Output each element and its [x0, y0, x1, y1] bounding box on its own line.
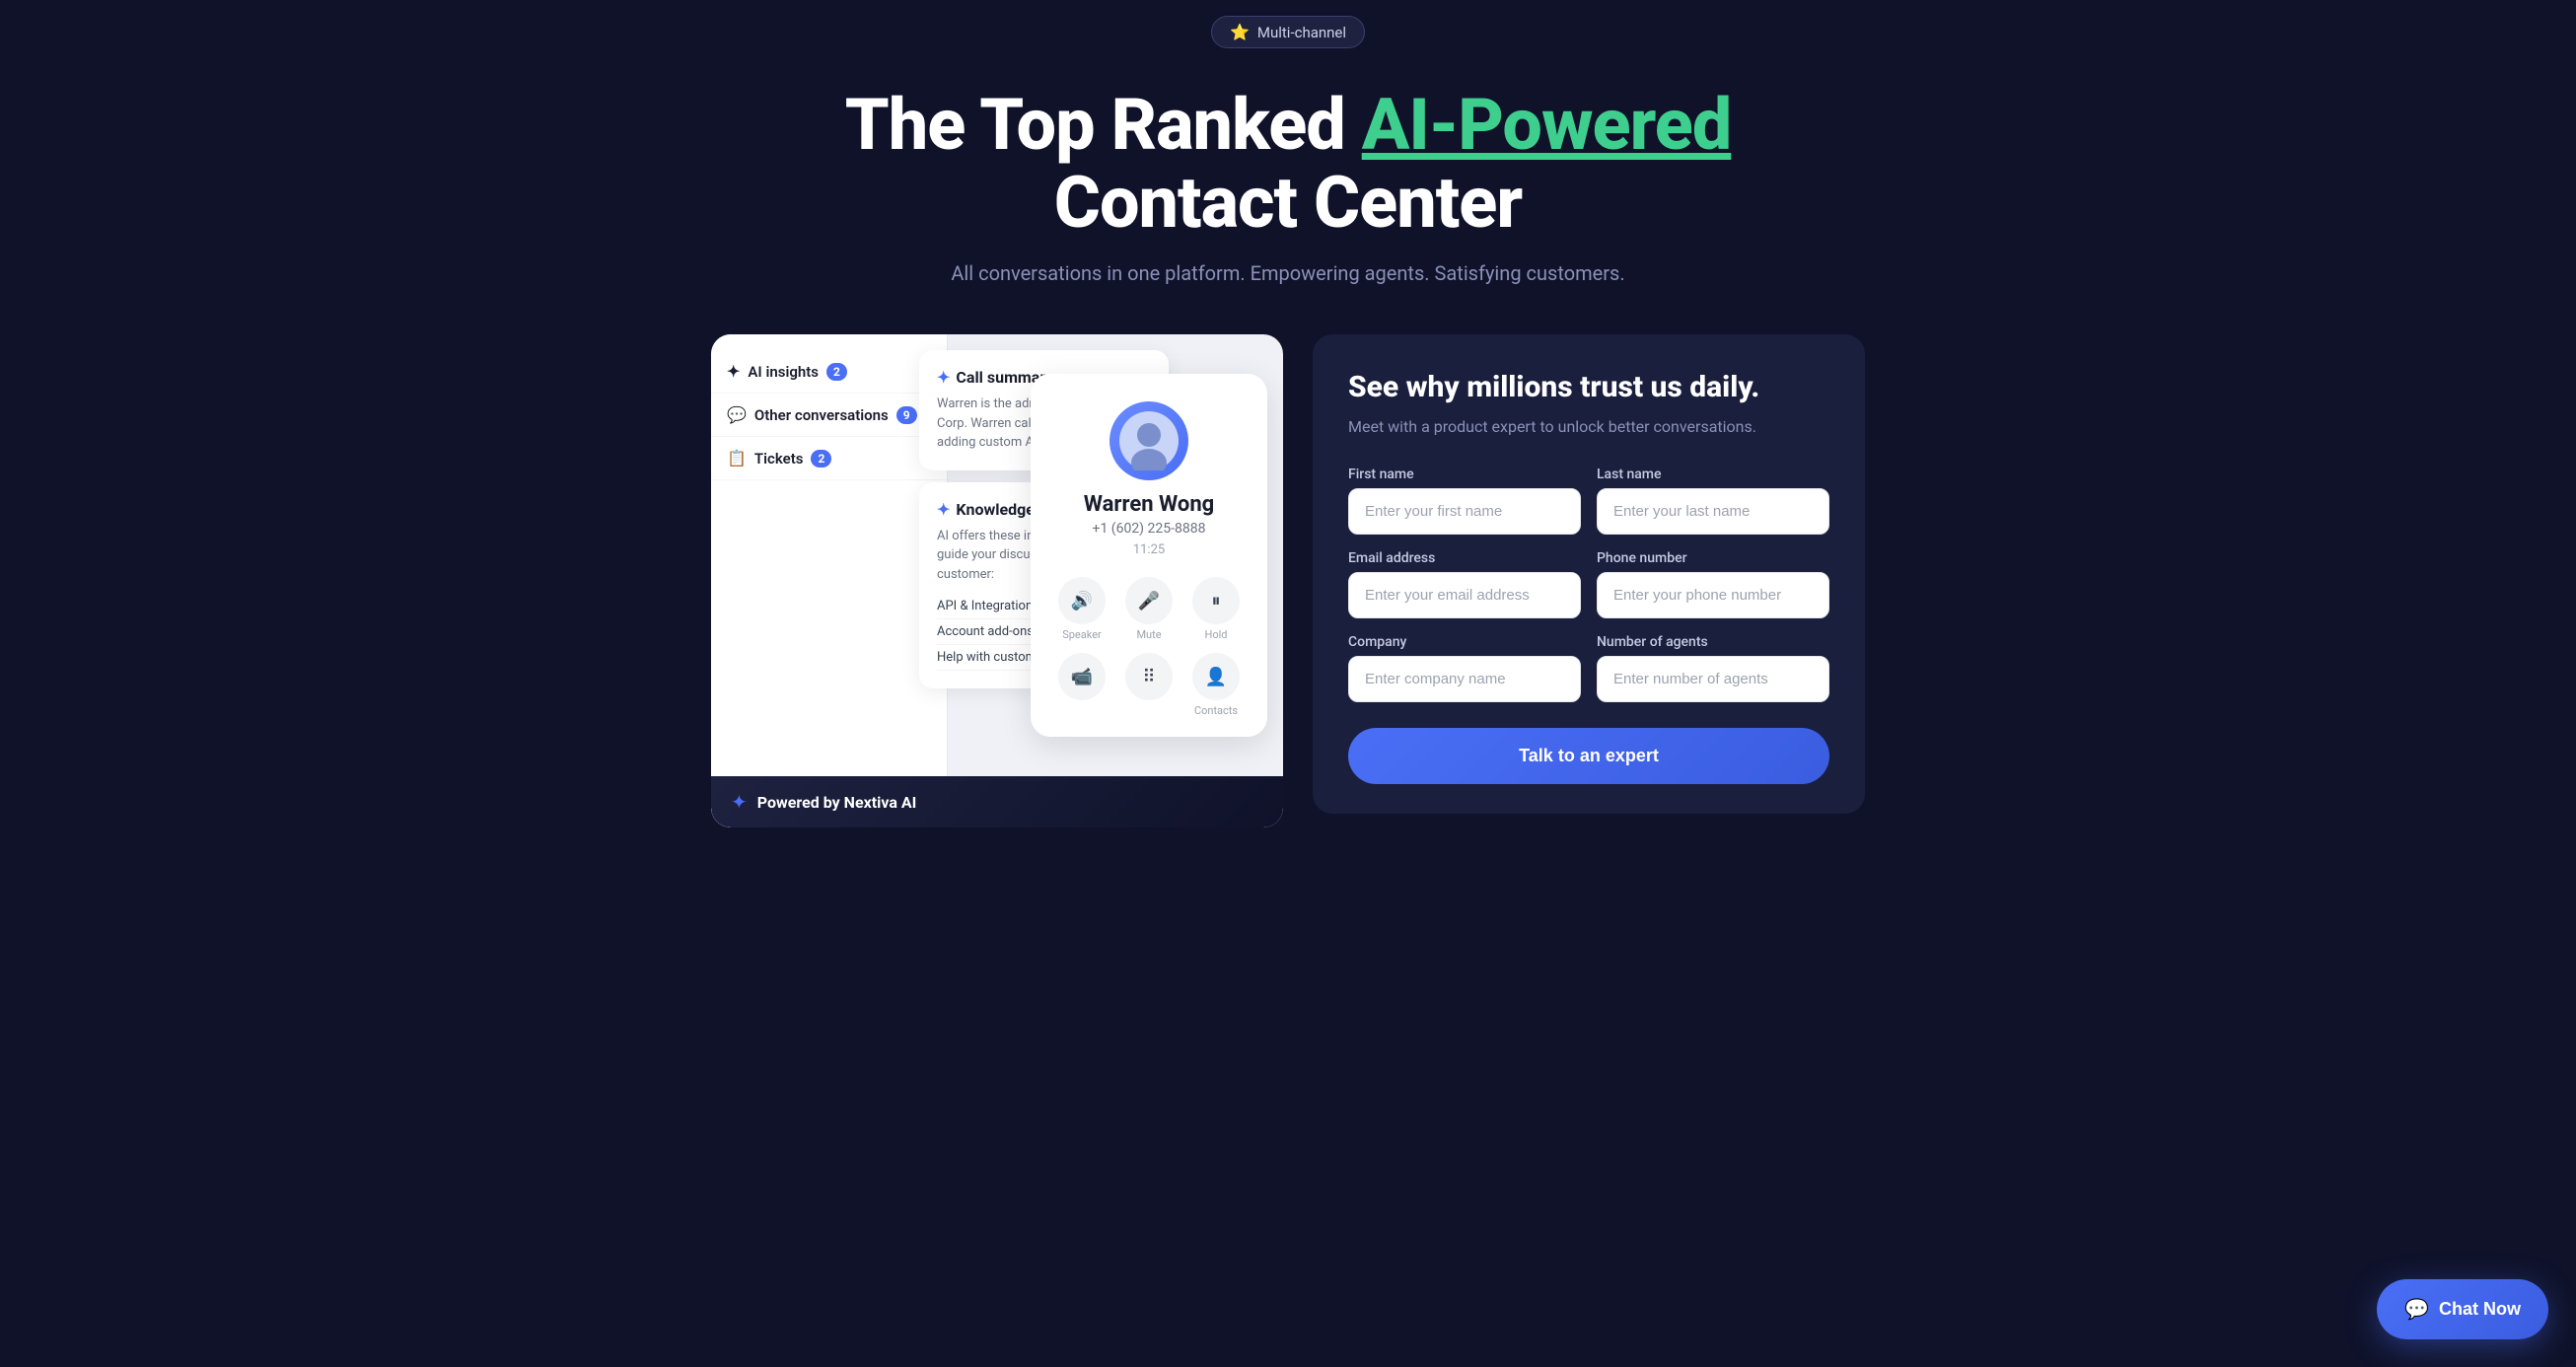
company-row: Company Number of agents — [1348, 634, 1829, 702]
form-panel: See why millions trust us daily. Meet wi… — [1313, 334, 1865, 814]
company-input[interactable] — [1348, 656, 1581, 702]
caller-name: Warren Wong — [1050, 492, 1248, 517]
hero-heading-highlight: AI-Powered — [1362, 83, 1732, 167]
knowledge-base-icon: ✦ — [937, 500, 950, 519]
powered-icon: ✦ — [731, 790, 748, 814]
badge-star-icon: ⭐ — [1230, 23, 1250, 41]
phone-label: Phone number — [1597, 550, 1829, 566]
ctrl-mute: 🎤 Mute — [1125, 577, 1173, 641]
first-name-input[interactable] — [1348, 488, 1581, 535]
call-card: Warren Wong +1 (602) 225-8888 11:25 🔊 Sp… — [1031, 374, 1267, 737]
email-input[interactable] — [1348, 572, 1581, 618]
hold-label: Hold — [1205, 628, 1228, 641]
dialpad-button[interactable]: ⠿ — [1125, 653, 1173, 700]
call-controls-row2: 📹 ⠿ 👤 Contacts — [1050, 653, 1248, 717]
video-button[interactable]: 📹 — [1058, 653, 1106, 700]
speaker-button[interactable]: 🔊 — [1058, 577, 1106, 624]
ai-insights-icon: ✦ — [727, 362, 740, 381]
hero-section: The Top Ranked AI-Powered Contact Center… — [0, 56, 2576, 305]
company-label: Company — [1348, 634, 1581, 650]
first-name-group: First name — [1348, 467, 1581, 535]
tickets-label: Tickets — [754, 450, 804, 468]
mute-label: Mute — [1136, 628, 1161, 641]
chat-now-icon: 💬 — [2404, 1297, 2429, 1322]
multi-channel-badge: ⭐ Multi-channel — [1211, 16, 1365, 48]
phone-input[interactable] — [1597, 572, 1829, 618]
agents-label: Number of agents — [1597, 634, 1829, 650]
avatar — [1109, 401, 1188, 480]
email-label: Email address — [1348, 550, 1581, 566]
chat-now-label: Chat Now — [2439, 1299, 2521, 1320]
last-name-group: Last name — [1597, 467, 1829, 535]
form-title: See why millions trust us daily. — [1348, 370, 1829, 405]
ai-insights-badge: 2 — [826, 363, 847, 381]
powered-text: Powered by Nextiva AI — [757, 793, 917, 812]
main-content: ✦ AI insights 2 › 💬 Other conversations … — [598, 305, 1978, 857]
contacts-label: Contacts — [1194, 704, 1238, 717]
ctrl-hold: ⏸ Hold — [1192, 577, 1240, 641]
contacts-button[interactable]: 👤 — [1192, 653, 1240, 700]
hero-heading: The Top Ranked AI-Powered Contact Center — [20, 86, 2556, 242]
other-conversations-icon: 💬 — [727, 405, 747, 424]
call-controls: 🔊 Speaker 🎤 Mute ⏸ Hold — [1050, 577, 1248, 641]
call-time: 11:25 — [1050, 542, 1248, 557]
mute-button[interactable]: 🎤 — [1125, 577, 1173, 624]
tickets-badge: 2 — [811, 450, 831, 468]
badge-label: Multi-channel — [1257, 24, 1346, 41]
demo-panel: ✦ AI insights 2 › 💬 Other conversations … — [711, 334, 1283, 827]
contact-row: Email address Phone number — [1348, 550, 1829, 618]
first-name-label: First name — [1348, 467, 1581, 482]
chat-now-button[interactable]: 💬 Chat Now — [2377, 1279, 2548, 1339]
ai-insights-label: AI insights — [748, 363, 819, 381]
caller-phone: +1 (602) 225-8888 — [1050, 521, 1248, 537]
hero-heading-part2: Contact Center — [1054, 161, 1522, 245]
agents-group: Number of agents — [1597, 634, 1829, 702]
call-summary-icon: ✦ — [937, 368, 950, 387]
phone-group: Phone number — [1597, 550, 1829, 618]
ctrl-speaker: 🔊 Speaker — [1058, 577, 1106, 641]
avatar-image — [1119, 411, 1179, 470]
hold-button[interactable]: ⏸ — [1192, 577, 1240, 624]
email-group: Email address — [1348, 550, 1581, 618]
top-badge-container: ⭐ Multi-channel — [0, 0, 2576, 56]
tickets-icon: 📋 — [727, 449, 747, 468]
company-group: Company — [1348, 634, 1581, 702]
demo-bottom-bar: ✦ Powered by Nextiva AI — [711, 776, 1283, 827]
hero-subtitle: All conversations in one platform. Empow… — [20, 261, 2556, 285]
hero-heading-part1: The Top Ranked — [845, 83, 1362, 167]
last-name-label: Last name — [1597, 467, 1829, 482]
demo-inner: ✦ AI insights 2 › 💬 Other conversations … — [711, 334, 1283, 827]
last-name-input[interactable] — [1597, 488, 1829, 535]
other-conversations-label: Other conversations — [754, 406, 889, 424]
name-row: First name Last name — [1348, 467, 1829, 535]
speaker-label: Speaker — [1062, 628, 1102, 641]
talk-to-expert-button[interactable]: Talk to an expert — [1348, 728, 1829, 784]
agents-input[interactable] — [1597, 656, 1829, 702]
form-subtitle: Meet with a product expert to unlock bet… — [1348, 415, 1829, 439]
